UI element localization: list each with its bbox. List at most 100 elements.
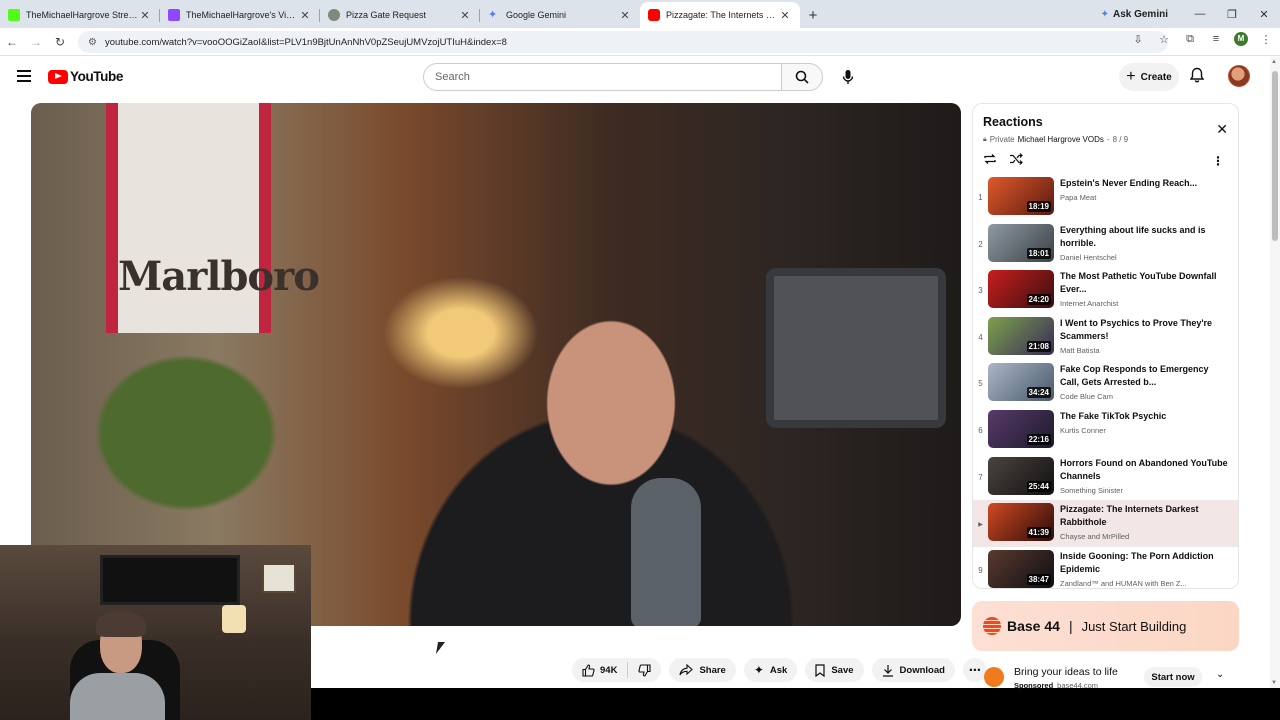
playlist-channel[interactable]: Michael Hargrove VODs: [1018, 135, 1104, 144]
item-thumbnail[interactable]: 24:20: [988, 270, 1054, 309]
scroll-down-icon[interactable]: ▼: [1271, 680, 1277, 686]
item-title[interactable]: Everything about life sucks and is horri…: [1060, 224, 1230, 250]
item-title[interactable]: Fake Cop Responds to Emergency Call, Get…: [1060, 363, 1230, 389]
shuffle-icon[interactable]: [1009, 152, 1023, 166]
forward-arrow-icon[interactable]: →: [24, 35, 48, 49]
playlist-item[interactable]: 2 18:01 Everything about life sucks and …: [973, 221, 1238, 268]
create-button[interactable]: + Create: [1119, 63, 1179, 91]
browser-menu-icon[interactable]: ⋮: [1258, 33, 1274, 46]
item-thumbnail[interactable]: 18:01: [988, 223, 1054, 262]
hamburger-menu-icon[interactable]: [17, 70, 31, 85]
playlist-more-icon[interactable]: ⋮: [1212, 154, 1224, 168]
notifications-button[interactable]: [1189, 67, 1205, 88]
share-label: Share: [699, 664, 726, 676]
item-title[interactable]: Horrors Found on Abandoned YouTube Chann…: [1060, 457, 1230, 483]
item-thumbnail[interactable]: 41:39: [988, 503, 1054, 542]
extensions-icon[interactable]: ⧉: [1182, 33, 1198, 46]
close-tab-icon[interactable]: ✕: [618, 9, 632, 22]
item-index: 6: [978, 425, 983, 435]
item-thumbnail[interactable]: 38:47: [988, 549, 1054, 588]
item-title[interactable]: Epstein's Never Ending Reach...: [1060, 177, 1230, 190]
install-app-icon[interactable]: ⇩: [1130, 33, 1146, 46]
save-button[interactable]: Save: [805, 658, 864, 682]
account-avatar[interactable]: [1228, 65, 1250, 87]
browser-tab[interactable]: Pizza Gate Request ✕: [320, 2, 480, 28]
browser-tab-active[interactable]: Pizzagate: The Internets Darkest ✕: [640, 2, 800, 28]
close-tab-icon[interactable]: ✕: [458, 9, 472, 22]
profile-avatar[interactable]: M: [1234, 32, 1248, 46]
like-button[interactable]: 94K: [572, 662, 629, 678]
like-count: 94K: [600, 664, 618, 676]
thumbs-up-icon: [582, 663, 595, 677]
loop-icon[interactable]: [983, 152, 997, 166]
item-title[interactable]: Inside Gooning: The Porn Addiction Epide…: [1060, 550, 1230, 576]
close-tab-icon[interactable]: ✕: [298, 9, 312, 22]
playlist-item[interactable]: 7 25:44 Horrors Found on Abandoned YouTu…: [973, 454, 1238, 501]
ask-gemini-button[interactable]: ✦ Ask Gemini: [1101, 5, 1168, 23]
ad-brand: Base 44: [1007, 618, 1060, 634]
search-button[interactable]: [781, 63, 823, 91]
chevron-down-icon[interactable]: ⌄: [1216, 669, 1224, 680]
close-window-icon[interactable]: ✕: [1248, 0, 1280, 28]
new-tab-button[interactable]: +: [800, 2, 826, 28]
create-label: Create: [1140, 71, 1172, 83]
item-title[interactable]: The Fake TikTok Psychic: [1060, 410, 1230, 423]
address-bar[interactable]: ⚙ youtube.com/watch?v=vooOOGiZaoI&list=P…: [78, 31, 1168, 53]
share-button[interactable]: Share: [669, 658, 736, 682]
start-now-button[interactable]: Start now: [1144, 667, 1202, 687]
presenter-microphone: [631, 478, 701, 626]
item-title[interactable]: Pizzagate: The Internets Darkest Rabbith…: [1060, 503, 1230, 529]
item-thumbnail[interactable]: 21:08: [988, 316, 1054, 355]
close-playlist-icon[interactable]: ✕: [1216, 121, 1228, 138]
browser-tab[interactable]: TheMichaelHargrove Stream - V ✕: [0, 2, 160, 28]
thumbs-down-icon: [638, 663, 651, 677]
media-controls-icon[interactable]: ≡: [1208, 33, 1224, 45]
search-input[interactable]: Search: [423, 63, 781, 91]
search-bar: Search: [423, 63, 823, 91]
page-scrollbar[interactable]: ▲ ▼: [1270, 57, 1280, 688]
ad-info: Bring your ideas to life Sponsored base44…: [972, 655, 1239, 690]
ask-button[interactable]: ✦ Ask: [743, 658, 798, 682]
close-tab-icon[interactable]: ✕: [778, 9, 792, 22]
now-playing-icon: ▶: [978, 522, 983, 529]
item-title[interactable]: The Most Pathetic YouTube Downfall Ever.…: [1060, 270, 1230, 296]
item-channel: Chayse and MrPilled: [1060, 532, 1130, 542]
ad-banner[interactable]: Base 44 | Just Start Building: [972, 601, 1239, 651]
playlist-item[interactable]: 9 38:47 Inside Gooning: The Porn Addicti…: [973, 547, 1238, 588]
browser-tab[interactable]: TheMichaelHargrove's Videos - ✕: [160, 2, 320, 28]
browser-tab[interactable]: ✦ Google Gemini ✕: [480, 2, 640, 28]
video-actions: 94K Share ✦ Ask Save Download ⋯: [572, 658, 987, 682]
bookmark-star-icon[interactable]: ☆: [1156, 33, 1172, 46]
item-thumbnail[interactable]: 25:44: [988, 456, 1054, 495]
item-title[interactable]: I Went to Psychics to Prove They're Scam…: [1060, 317, 1230, 343]
playlist-item[interactable]: 5 34:24 Fake Cop Responds to Emergency C…: [973, 360, 1238, 407]
minimize-icon[interactable]: —: [1184, 0, 1216, 28]
item-thumbnail[interactable]: 22:16: [988, 409, 1054, 448]
ad-sponsored: Sponsored base44.com: [1014, 681, 1098, 690]
item-thumbnail[interactable]: 18:19: [988, 177, 1054, 215]
item-thumbnail[interactable]: 34:24: [988, 363, 1054, 402]
playlist-item[interactable]: 6 22:16 The Fake TikTok Psychic Kurtis Co…: [973, 407, 1238, 454]
download-button[interactable]: Download: [871, 658, 955, 682]
site-settings-icon[interactable]: ⚙: [88, 37, 97, 48]
scrollbar-thumb[interactable]: [1272, 71, 1278, 241]
playlist-item[interactable]: 1 18:19 Epstein's Never Ending Reach... P…: [973, 174, 1238, 221]
back-arrow-icon[interactable]: ←: [0, 35, 24, 49]
dislike-button[interactable]: [628, 663, 661, 677]
playlist-item-current[interactable]: ▶ 41:39 Pizzagate: The Internets Darkest…: [973, 500, 1238, 547]
restore-icon[interactable]: ❐: [1216, 0, 1248, 28]
playlist-items: 1 18:19 Epstein's Never Ending Reach... P…: [973, 174, 1238, 588]
gemini-sparkle-icon: ✦: [1100, 8, 1109, 20]
reload-icon[interactable]: ↻: [48, 35, 72, 49]
item-channel: Papa Meat: [1060, 193, 1097, 202]
close-tab-icon[interactable]: ✕: [138, 9, 152, 22]
playlist-item[interactable]: 4 21:08 I Went to Psychics to Prove They…: [973, 314, 1238, 361]
playlist-item[interactable]: 3 24:20 The Most Pathetic YouTube Downfa…: [973, 267, 1238, 314]
ask-label: Ask: [769, 664, 788, 676]
youtube-logo[interactable]: YouTube: [48, 69, 123, 84]
toolbar-actions: ⇩ ☆ ⧉ ≡ M ⋮: [1130, 32, 1274, 46]
scroll-up-icon[interactable]: ▲: [1271, 59, 1277, 65]
ad-headline[interactable]: Bring your ideas to life: [1014, 666, 1118, 678]
voice-search-button[interactable]: [834, 63, 862, 91]
browser-toolbar: ← → ↻ ⚙ youtube.com/watch?v=vooOOGiZaoI&…: [0, 28, 1280, 56]
